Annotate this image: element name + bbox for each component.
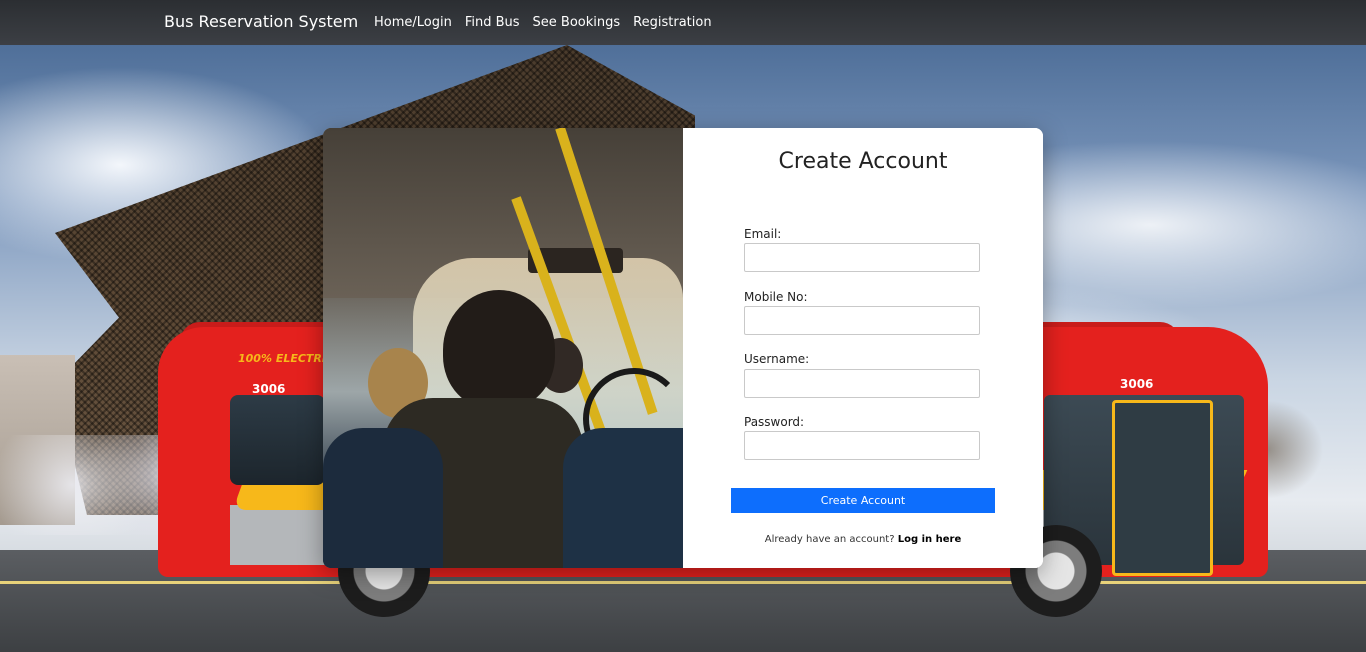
brand-link[interactable]: Bus Reservation System [164, 12, 358, 32]
password-label: Password: [744, 415, 805, 429]
nav-find-bus-link[interactable]: Find Bus [465, 14, 520, 32]
road-marking [0, 581, 1366, 584]
login-link[interactable]: Log in here [898, 534, 962, 545]
username-field[interactable] [744, 369, 980, 398]
email-label: Email: [744, 227, 782, 241]
create-account-button[interactable]: Create Account [731, 488, 995, 513]
bus-door [1112, 400, 1213, 576]
top-navbar: Bus Reservation System Home/Login Find B… [0, 0, 1366, 45]
photo-seat [563, 428, 683, 568]
bus-interior-photo [323, 128, 683, 568]
email-field[interactable] [744, 243, 980, 272]
mobile-label: Mobile No: [744, 290, 808, 304]
nav-home-login-link[interactable]: Home/Login [374, 14, 452, 32]
nav-registration-link[interactable]: Registration [633, 14, 711, 32]
bus-number-front: 3006 [252, 382, 286, 396]
bus-front-window [230, 395, 325, 485]
login-prompt-text: Already have an account? [764, 534, 895, 545]
nav-see-bookings-link[interactable]: See Bookings [533, 14, 621, 32]
password-field[interactable] [744, 431, 980, 460]
login-prompt-line: Already have an account? Log in here [683, 534, 1043, 545]
bus-slogan: 100% ELECTRIC [238, 352, 335, 365]
username-label: Username: [744, 352, 810, 366]
create-account-card: Create Account Email: Mobile No: Usernam… [323, 128, 1043, 568]
nav-links: Home/Login Find Bus See Bookings Registr… [374, 14, 725, 32]
photo-passenger-head [443, 290, 555, 410]
registration-form: Create Account Email: Mobile No: Usernam… [683, 128, 1043, 568]
form-title: Create Account [778, 149, 948, 174]
mobile-field[interactable] [744, 306, 980, 335]
bus-number-rear: 3006 [1120, 377, 1154, 391]
photo-seat [323, 428, 443, 568]
